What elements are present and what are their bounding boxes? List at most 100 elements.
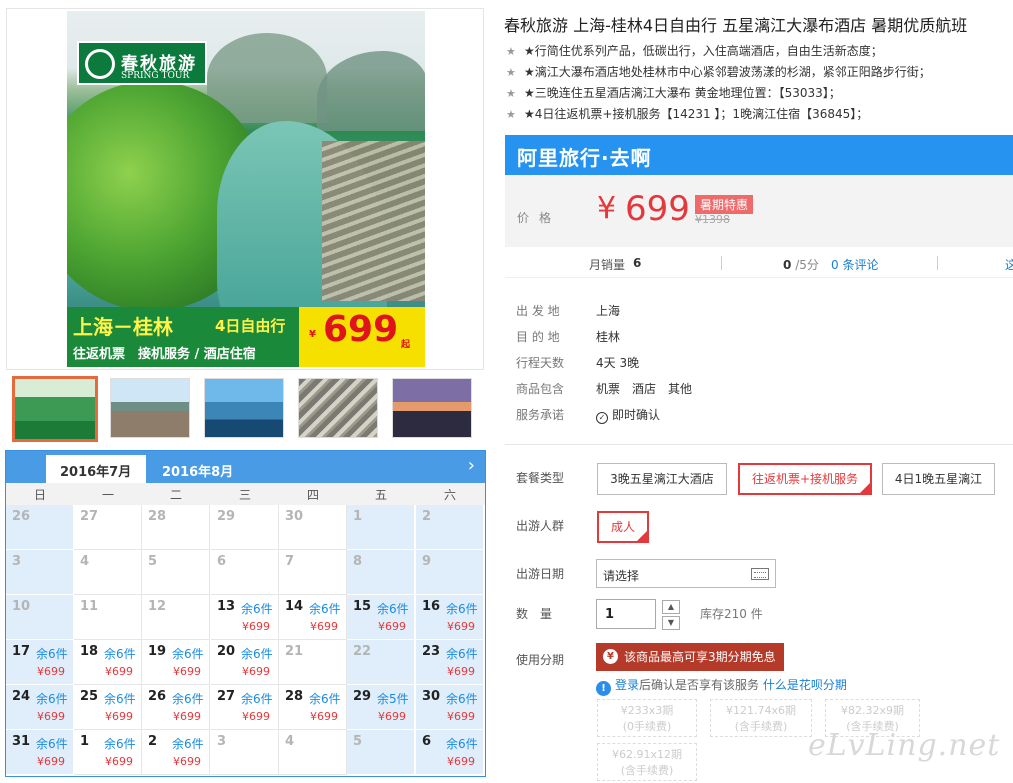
stats-cutoff-text[interactable]: 这 xyxy=(1005,256,1013,273)
huabei-help-link[interactable]: 什么是花呗分期 xyxy=(763,678,847,692)
calendar-day[interactable]: 15 余6件 ¥699 xyxy=(347,595,415,640)
thumbnail-2[interactable] xyxy=(110,378,190,438)
calendar-day-stock: 余5件 xyxy=(377,692,409,706)
calendar-day-price: ¥699 xyxy=(37,755,65,768)
calendar-day-price: ¥699 xyxy=(105,755,133,768)
tab-2016-07[interactable]: 2016年7月 xyxy=(46,455,146,483)
package-option-flight-pickup[interactable]: 往返机票+接机服务 xyxy=(738,463,872,495)
weekday-label: 六 xyxy=(443,488,456,502)
calendar-day[interactable]: 31 余6件 ¥699 xyxy=(6,730,74,775)
calendar-day-number: 18 xyxy=(80,644,99,659)
bamboo-rafts xyxy=(322,141,425,301)
login-link[interactable]: 登录 xyxy=(615,678,639,692)
info-row-destination: 目 的 地桂林 xyxy=(516,330,621,344)
calendar-day: 7 xyxy=(279,550,347,595)
calendar-day[interactable]: 26 余6件 ¥699 xyxy=(142,685,210,730)
thumbnail-5[interactable] xyxy=(392,378,472,438)
calendar-day[interactable]: 20 余6件 ¥699 xyxy=(211,640,279,685)
calendar-day[interactable]: 16 余6件 ¥699 xyxy=(416,595,484,640)
calendar-day-number: 22 xyxy=(353,644,372,659)
calendar-day[interactable]: 13 余6件 ¥699 xyxy=(211,595,279,640)
calendar-day-price: ¥699 xyxy=(173,710,201,723)
calendar-day[interactable]: 25 余6件 ¥699 xyxy=(74,685,142,730)
calendar-day[interactable]: 23 余6件 ¥699 xyxy=(416,640,484,685)
calendar-day-number: 31 xyxy=(12,734,31,749)
highlight-item: ★ ★漓江大瀑布酒店地处桂林市中心紧邻碧波荡漾的杉湖，紧邻正阳路步行街； xyxy=(506,65,931,79)
section-divider xyxy=(505,444,1013,445)
promo-qi: 起 xyxy=(401,340,411,350)
info-icon: ! xyxy=(596,681,611,696)
calendar-day: 26 xyxy=(6,505,74,550)
installment-button[interactable]: ¥ 该商品最高可享3期分期免息 xyxy=(596,643,784,671)
calendar-day-stock: 余6件 xyxy=(104,647,136,661)
calendar-day[interactable]: 30 余6件 ¥699 xyxy=(416,685,484,730)
calendar-day[interactable]: 29 余5件 ¥699 xyxy=(347,685,415,730)
calendar-day: 5 xyxy=(142,550,210,595)
calendar-day-stock: 余6件 xyxy=(172,647,204,661)
calendar-day[interactable]: 18 余6件 ¥699 xyxy=(74,640,142,685)
calendar-day[interactable]: 24 余6件 ¥699 xyxy=(6,685,74,730)
rating-score: 0 /5分 xyxy=(783,258,819,272)
calendar-day: 30 xyxy=(279,505,347,550)
weekday-label: 四 xyxy=(306,488,319,502)
login-note: ! 登录后确认是否享有该服务 什么是花呗分期 xyxy=(596,676,847,696)
travel-date-field[interactable]: 请选择 xyxy=(596,559,776,588)
quantity-decrease-icon[interactable]: ▼ xyxy=(662,616,680,630)
calendar-day[interactable]: 19 余6件 ¥699 xyxy=(142,640,210,685)
reviews-link[interactable]: 0 条评论 xyxy=(831,256,878,273)
calendar-day-number: 28 xyxy=(285,689,304,704)
calendar-day-stock: 余6件 xyxy=(446,647,478,661)
calendar-day-price: ¥699 xyxy=(447,710,475,723)
calendar-day: 8 xyxy=(347,550,415,595)
calendar-day[interactable]: 17 余6件 ¥699 xyxy=(6,640,74,685)
calendar-day: 29 xyxy=(211,505,279,550)
installment-icon: ¥ xyxy=(603,649,618,664)
calendar-day-price: ¥699 xyxy=(37,665,65,678)
chevron-right-icon[interactable]: › xyxy=(468,455,475,476)
calendar-day[interactable]: 27 余6件 ¥699 xyxy=(211,685,279,730)
highlight-item: ★ ★4日往返机票+接机服务【14231 】；1晚漓江住宿【36845】； xyxy=(506,107,869,121)
calendar-day[interactable]: 28 余6件 ¥699 xyxy=(279,685,347,730)
weekday-label: 一 xyxy=(101,488,114,502)
calendar-day-number: 2 xyxy=(148,734,158,749)
karst-hill xyxy=(317,51,425,131)
currency-symbol: ¥ xyxy=(597,191,617,226)
main-product-image[interactable]: 春秋旅游 SPRING TOUR 上海－桂林 4日自由行 往返机票 接机服务 /… xyxy=(6,8,484,370)
product-title: 春秋旅游 上海-桂林4日自由行 五星漓江大瀑布酒店 暑期优质航班 xyxy=(504,16,968,35)
installment-plan-3[interactable]: ¥233x3期 (0手续费) xyxy=(597,699,697,737)
calendar-day-stock: 余6件 xyxy=(172,737,204,751)
package-option-hotel[interactable]: 3晚五星漓江大酒店 xyxy=(597,463,727,495)
thumbnail-3[interactable] xyxy=(204,378,284,438)
calendar-day-number: 2 xyxy=(422,509,432,524)
calendar-day[interactable]: 6 余6件 ¥699 xyxy=(416,730,484,775)
calendar-day-number: 14 xyxy=(285,599,304,614)
installment-plan-6[interactable]: ¥121.74x6期 (含手续费) xyxy=(710,699,812,737)
divider xyxy=(721,256,722,270)
package-option-4day[interactable]: 4日1晚五星漓江 xyxy=(882,463,995,495)
divider xyxy=(937,256,938,270)
weekday-row: 日一二三四五六 xyxy=(6,483,485,505)
quantity-input[interactable]: 1 xyxy=(596,599,656,629)
quantity-increase-icon[interactable]: ▲ xyxy=(662,600,680,614)
current-price: 699 xyxy=(625,189,690,229)
calendar-day-number: 12 xyxy=(148,599,167,614)
calendar-day[interactable]: 14 余6件 ¥699 xyxy=(279,595,347,640)
calendar-icon[interactable] xyxy=(751,568,769,580)
installment-plan-12[interactable]: ¥62.91x12期 (含手续费) xyxy=(597,743,697,781)
price-box: 价格 ¥ 699 暑期特惠 ¥1398 xyxy=(505,175,1013,247)
calendar-day-stock: 余6件 xyxy=(104,737,136,751)
traveler-option-adult[interactable]: 成人 xyxy=(597,511,649,543)
tab-2016-08[interactable]: 2016年8月 xyxy=(148,455,247,483)
calendar-day-price: ¥699 xyxy=(447,755,475,768)
calendar-day-stock: 余6件 xyxy=(241,602,273,616)
calendar-day-number: 23 xyxy=(422,644,441,659)
thumbnail-4[interactable] xyxy=(298,378,378,438)
star-icon: ★ xyxy=(506,45,516,58)
calendar-day-price: ¥699 xyxy=(173,755,201,768)
calendar-day[interactable]: 1 余6件 ¥699 xyxy=(74,730,142,775)
calendar-day-price: ¥699 xyxy=(242,710,270,723)
calendar-day[interactable]: 2 余6件 ¥699 xyxy=(142,730,210,775)
calendar-day-stock: 余6件 xyxy=(446,692,478,706)
travel-date-label: 出游日期 xyxy=(516,567,565,581)
thumbnail-1[interactable] xyxy=(12,376,98,442)
